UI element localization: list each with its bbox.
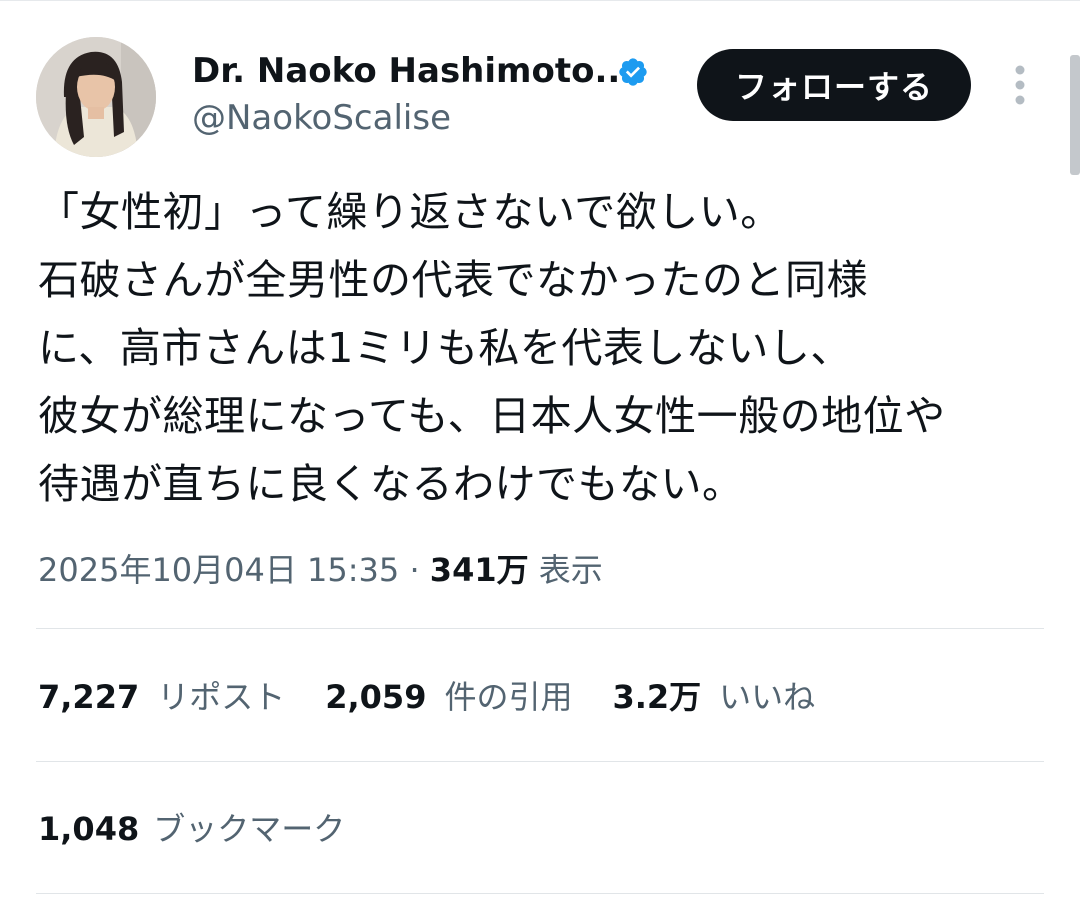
follow-button[interactable]: フォローする xyxy=(697,49,971,121)
reposts-count: 7,227 xyxy=(38,678,140,716)
quotes-label: 件の引用 xyxy=(444,678,573,716)
tweet-line: 石破さんが全男性の代表でなかったのと同様 xyxy=(38,256,868,304)
author-name[interactable]: Dr. Naoko Hashimoto... xyxy=(192,48,633,94)
likes-stat[interactable]: 3.2万 いいね xyxy=(612,672,815,722)
top-border xyxy=(0,0,1080,1)
likes-label: いいね xyxy=(719,678,816,716)
reposts-label: リポスト xyxy=(157,678,286,716)
avatar[interactable] xyxy=(36,37,156,157)
tweet-line: に、高市さんは1ミリも私を代表しないし、 xyxy=(38,324,852,372)
tweet-line: 彼女が総理になっても、日本人女性一般の地位や xyxy=(38,392,946,440)
tweet-text: 「女性初」って繰り返さないで欲しい。 石破さんが全男性の代表でなかったのと同様 … xyxy=(38,178,1058,518)
likes-count: 3.2万 xyxy=(612,678,702,716)
bookmarks-count: 1,048 xyxy=(38,810,140,848)
divider xyxy=(36,761,1044,762)
engagement-stats: 7,227 リポスト 2,059 件の引用 3.2万 いいね xyxy=(38,672,855,722)
author-handle[interactable]: @NaokoScalise xyxy=(192,95,451,141)
views-label: 表示 xyxy=(538,551,603,589)
bookmarks-label: ブックマーク xyxy=(153,810,346,848)
quotes-stat[interactable]: 2,059 件の引用 xyxy=(325,672,572,722)
scrollbar[interactable] xyxy=(1070,55,1080,175)
tweet-meta: 2025年10月04日 15:35 · 341万 表示 xyxy=(38,545,603,595)
avatar-image xyxy=(36,37,156,157)
more-vertical-icon[interactable] xyxy=(1000,62,1040,110)
divider xyxy=(36,628,1044,629)
tweet-line: 「女性初」って繰り返さないで欲しい。 xyxy=(38,188,782,236)
timestamp[interactable]: 2025年10月04日 15:35 xyxy=(38,551,399,589)
bookmarks-stat[interactable]: 1,048 ブックマーク xyxy=(38,804,345,854)
verified-badge-icon[interactable] xyxy=(617,56,649,88)
divider xyxy=(36,893,1044,894)
tweet-line: 待遇が直ちに良くなるわけでもない。 xyxy=(38,460,744,508)
views-count: 341万 xyxy=(429,551,529,589)
reposts-stat[interactable]: 7,227 リポスト xyxy=(38,672,285,722)
quotes-count: 2,059 xyxy=(325,678,427,716)
meta-separator: · xyxy=(409,551,420,589)
